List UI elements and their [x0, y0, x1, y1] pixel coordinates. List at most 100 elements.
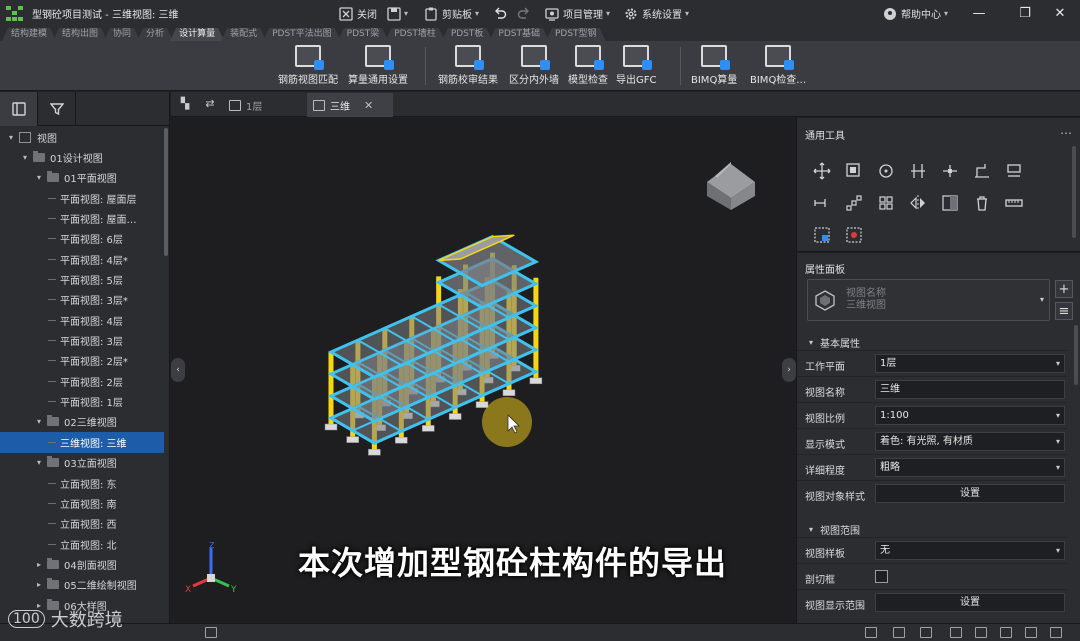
property-select[interactable]: 着色: 有光照, 有材质 ▾ [875, 432, 1065, 451]
measure-icon[interactable] [1005, 194, 1023, 212]
status-pin-icon[interactable] [1000, 627, 1012, 638]
bimq-check-button[interactable]: BIMQ检查… [750, 45, 806, 87]
split-icon[interactable] [941, 162, 959, 180]
align-icon[interactable] [909, 162, 927, 180]
maximize-button[interactable]: ❐ [1010, 0, 1040, 27]
tree-item[interactable]: 立面视图: 南 [0, 493, 164, 513]
chevron-down-icon[interactable]: ▾ [34, 173, 44, 182]
tree-item[interactable]: ▾ 01平面视图 [0, 168, 164, 188]
extend-icon[interactable] [813, 194, 831, 212]
chevron-down-icon[interactable]: ▾ [20, 153, 30, 162]
trim-icon[interactable] [1005, 162, 1023, 180]
ribbon-tab[interactable]: PDST基础 [489, 28, 549, 41]
tree-item[interactable]: 平面视图: 1层 [0, 391, 164, 411]
collapse-left-panel-button[interactable]: ‹ [171, 358, 185, 382]
bimq-quantity-button[interactable]: BIMQ算量 [691, 45, 737, 87]
grid-icon[interactable] [941, 194, 959, 212]
tab-1f-plan[interactable]: 1层 [223, 93, 307, 117]
tree-item[interactable]: 平面视图: 2层 [0, 371, 164, 391]
help-center-button[interactable]: 帮助中心 ▾ [878, 0, 953, 27]
switch-window-icon[interactable]: ⇄ [203, 98, 217, 110]
select-icon[interactable] [813, 226, 831, 244]
tree-item[interactable]: 平面视图: 3层* [0, 290, 164, 310]
settings-button[interactable]: 设置 [875, 484, 1065, 503]
status-snap-icon[interactable] [975, 627, 987, 638]
ribbon-tab[interactable]: PDST平法出图 [263, 28, 341, 41]
system-settings-button[interactable]: 系统设置 ▾ [619, 0, 694, 27]
tree-item[interactable]: ▾ 03立面视图 [0, 453, 164, 473]
array-icon[interactable] [845, 194, 863, 212]
ribbon-tab[interactable]: PDST墙柱 [385, 28, 445, 41]
tree-item[interactable]: 平面视图: 屋面… [0, 208, 164, 228]
redo-button[interactable] [512, 0, 536, 27]
edit-type-button[interactable]: ≡ [1055, 302, 1073, 320]
section-basic-properties[interactable]: ▾ 基本属性 [809, 335, 860, 350]
property-select[interactable]: 粗略 ▾ [875, 458, 1065, 477]
tile-views-icon[interactable]: ▚ [178, 98, 192, 110]
close-project-button[interactable]: 关闭 [334, 0, 382, 27]
delete-icon[interactable] [973, 194, 991, 212]
ribbon-tab[interactable]: 协同 [104, 28, 140, 41]
property-select[interactable]: 1层 ▾ [875, 354, 1065, 373]
section-box-checkbox[interactable] [875, 570, 888, 583]
chevron-down-icon[interactable]: ▾ [34, 417, 44, 426]
ribbon-tab[interactable]: 结构出图 [53, 28, 107, 41]
tree-item[interactable]: 平面视图: 2层* [0, 351, 164, 371]
move-icon[interactable] [813, 162, 831, 180]
rebar-review-result-button[interactable]: 钢筋校审结果 [438, 45, 498, 87]
undo-button[interactable] [488, 0, 512, 27]
tab-3d-view[interactable]: 三维 ✕ [307, 93, 393, 117]
close-tab-icon[interactable]: ✕ [364, 99, 373, 112]
status-settings-icon[interactable] [1050, 627, 1062, 638]
status-wall-icon[interactable] [893, 627, 905, 638]
tree-item[interactable]: 立面视图: 东 [0, 473, 164, 493]
add-type-button[interactable]: + [1055, 280, 1073, 298]
more-icon[interactable]: … [1060, 123, 1072, 137]
type-selector[interactable]: 视图名称 三维视图 ▾ [807, 279, 1050, 321]
minimize-button[interactable]: — [964, 0, 994, 27]
filter-icon[interactable] [845, 226, 863, 244]
status-grid-icon[interactable] [920, 627, 932, 638]
qty-general-settings-button[interactable]: 算量通用设置 [348, 45, 408, 87]
rebar-view-match-button[interactable]: 钢筋视图匹配 [278, 45, 338, 87]
tree-item[interactable]: ▾ 01设计视图 [0, 147, 164, 167]
section-view-range[interactable]: ▾ 视图范围 [809, 522, 860, 537]
filter-button[interactable] [38, 92, 76, 126]
property-input[interactable]: 三维 [875, 380, 1065, 399]
status-beam-icon[interactable] [865, 627, 877, 638]
tree-item[interactable]: 平面视图: 屋面层 [0, 188, 164, 208]
tree-scrollbar[interactable] [164, 128, 168, 256]
chevron-down-icon[interactable]: ▾ [6, 133, 16, 142]
tree-item[interactable]: 平面视图: 6层 [0, 229, 164, 249]
tree-item[interactable]: 平面视图: 4层 [0, 310, 164, 330]
tree-item[interactable]: 立面视图: 北 [0, 534, 164, 554]
tree-item[interactable]: ▾ 视图 [0, 127, 164, 147]
group-icon[interactable] [877, 194, 895, 212]
ribbon-tab[interactable]: PDST梁 [338, 28, 389, 41]
project-management-button[interactable]: 项目管理 ▾ [540, 0, 615, 27]
save-button[interactable]: ▾ [382, 0, 413, 27]
tree-item[interactable]: 平面视图: 5层 [0, 269, 164, 289]
property-select[interactable]: 无 ▾ [875, 541, 1065, 560]
tree-item[interactable]: ▾ 02三维视图 [0, 412, 164, 432]
model-check-button[interactable]: 模型检查 [568, 45, 608, 87]
tree-item[interactable]: ▸ 04剖面视图 [0, 554, 164, 574]
status-view-icon[interactable] [1025, 627, 1037, 638]
save-dropdown-icon[interactable]: ▾ [404, 9, 408, 18]
tree-item[interactable]: 平面视图: 3层 [0, 330, 164, 350]
rotate-icon[interactable] [877, 162, 895, 180]
copy-icon[interactable] [845, 162, 863, 180]
ribbon-tab[interactable]: 装配式 [221, 28, 266, 41]
distinguish-walls-button[interactable]: 区分内外墙 [509, 45, 559, 87]
settings-button[interactable]: 设置 [875, 593, 1065, 612]
properties-scrollbar[interactable] [1074, 325, 1078, 385]
chevron-right-icon[interactable]: ▸ [34, 560, 44, 569]
tree-item[interactable]: 平面视图: 4层* [0, 249, 164, 269]
status-select-icon[interactable] [205, 627, 217, 638]
ribbon-tab[interactable]: 结构建模 [2, 28, 56, 41]
clipboard-button[interactable]: 剪贴板 ▾ [419, 0, 484, 27]
ribbon-tab[interactable]: 设计算量 [170, 28, 224, 41]
close-window-button[interactable]: ✕ [1045, 0, 1075, 27]
chevron-down-icon[interactable]: ▾ [34, 458, 44, 467]
tree-item[interactable]: 立面视图: 西 [0, 514, 164, 534]
